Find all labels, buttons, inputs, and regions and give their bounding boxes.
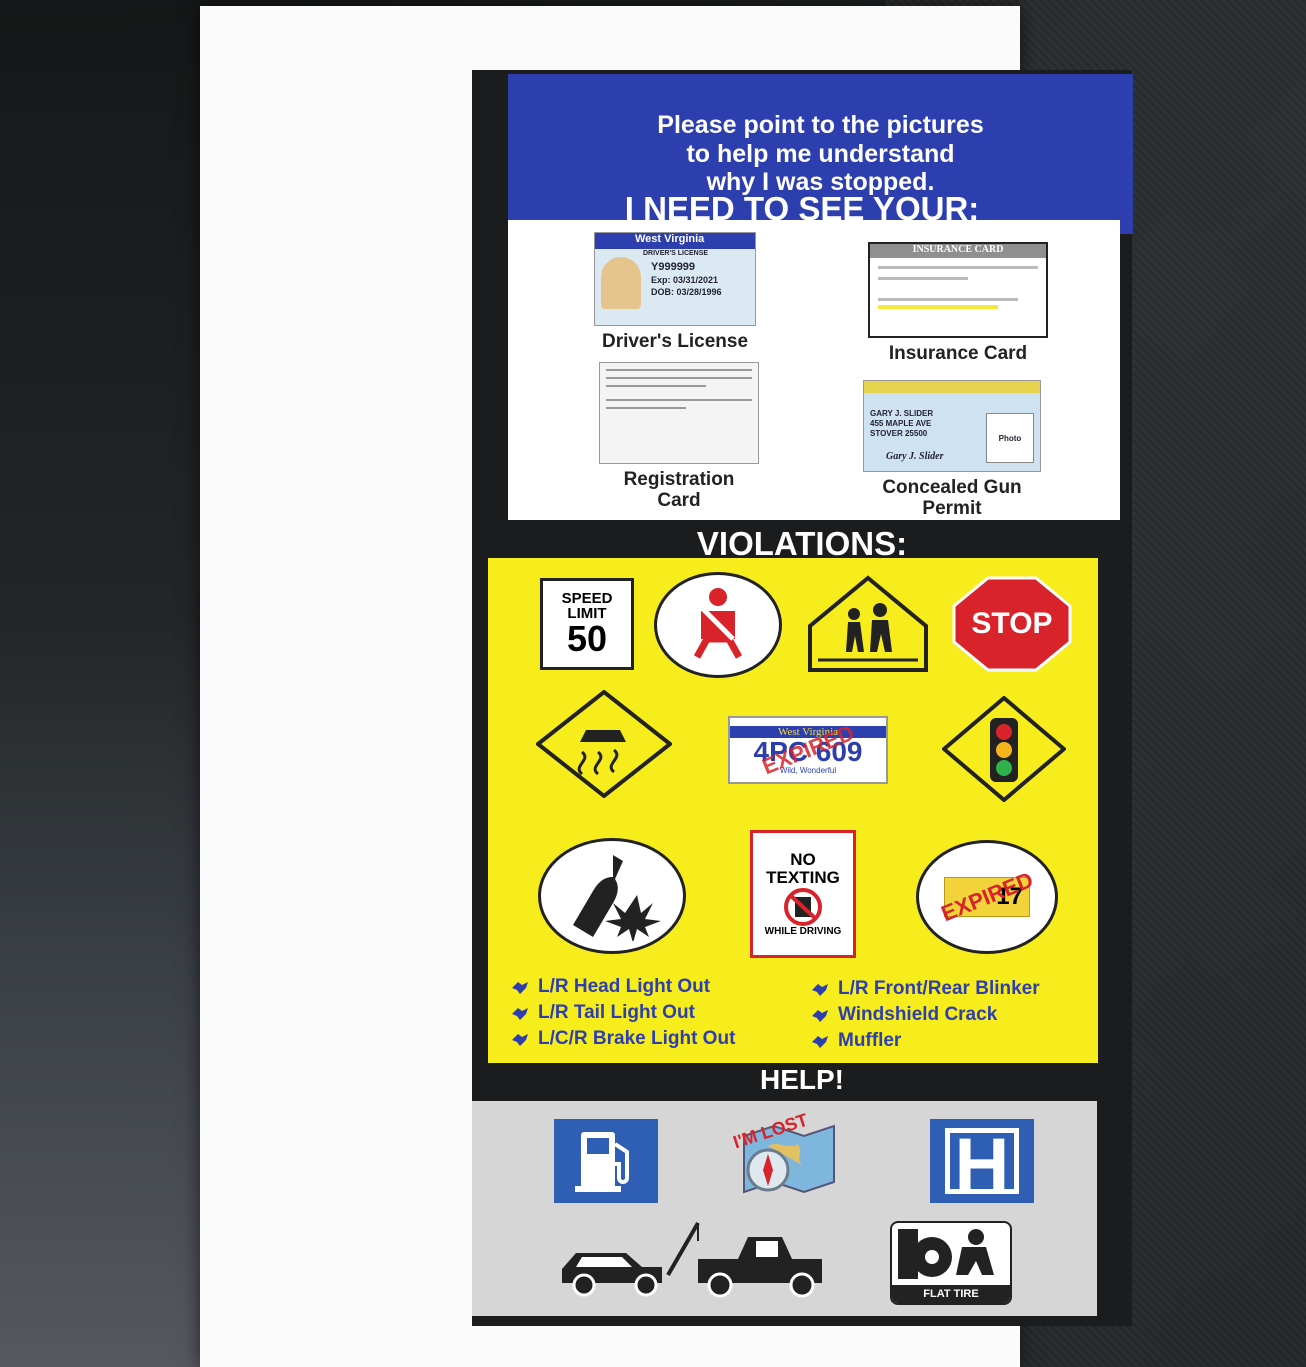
insurance-text-line <box>878 298 1018 301</box>
list-item[interactable]: L/R Tail Light Out <box>510 1000 735 1026</box>
list-item-label: L/R Tail Light Out <box>538 1002 695 1023</box>
violations-panel: SPEED LIMIT 50 STOP West Virginia 4PC 60… <box>488 558 1098 1063</box>
gun-permit-photo-box: Photo <box>986 413 1034 463</box>
gun-permit-signature: Gary J. Slider <box>886 451 944 462</box>
communication-card: Please point to the pictures to help me … <box>472 70 1133 1326</box>
insurance-card-label: Insurance Card <box>888 343 1028 364</box>
towing-car-icon <box>562 1222 822 1298</box>
list-item[interactable]: L/R Front/Rear Blinker <box>810 976 1040 1002</box>
traffic-light-diamond-icon <box>942 696 1066 802</box>
help-title: HELP! <box>760 1064 844 1095</box>
hospital-icon[interactable]: H <box>930 1119 1034 1203</box>
help-panel: I'M LOST H FLAT TIRE <box>472 1101 1097 1316</box>
list-item-label: L/R Front/Rear Blinker <box>838 978 1040 999</box>
west-virginia-icon <box>812 1010 828 1022</box>
registration-text-line <box>606 369 752 371</box>
speed-sign-value: 50 <box>566 618 608 659</box>
school-crossing-pentagon-icon <box>808 575 928 672</box>
documents-panel: West Virginia DRIVER'S LICENSE Y999999 E… <box>508 220 1120 520</box>
gas-station-icon[interactable] <box>554 1119 658 1203</box>
list-item-label: Muffler <box>838 1030 902 1051</box>
banner-line: to help me understand <box>686 139 955 168</box>
west-virginia-icon <box>812 984 828 996</box>
drivers-license-item[interactable]: West Virginia DRIVER'S LICENSE Y999999 E… <box>590 232 760 353</box>
violation-list-left: L/R Head Light Out L/R Tail Light Out L/… <box>510 974 735 1052</box>
gun-permit-thumbnail: GARY J. SLIDER 455 MAPLE AVE STOVER 2550… <box>863 380 1041 472</box>
flat-tire-icon[interactable]: FLAT TIRE <box>890 1221 1012 1305</box>
speed-sign-top: SPEED <box>561 590 613 607</box>
registration-card-label-line2: Card <box>657 489 701 511</box>
west-virginia-icon <box>512 1008 528 1020</box>
seatbelt-icon[interactable] <box>654 572 782 678</box>
expired-sticker-icon[interactable]: 17 EXPIRED <box>916 840 1058 954</box>
registration-text-line <box>606 399 752 401</box>
license-subheader: DRIVER'S LICENSE <box>643 250 709 257</box>
violation-list-right: L/R Front/Rear Blinker Windshield Crack … <box>810 976 1040 1054</box>
flat-tire-label: FLAT TIRE <box>892 1285 1010 1303</box>
bottle-leaf-icon <box>573 855 661 941</box>
insurance-highlight <box>878 305 998 309</box>
no-texting-line3: WHILE DRIVING <box>764 925 842 937</box>
stop-sign-text: STOP <box>971 607 1053 640</box>
registration-text-line <box>606 377 752 379</box>
gun-permit-label-line2: Permit <box>922 497 982 519</box>
insurance-card-item[interactable]: INSURANCE CARD Insurance Card <box>868 242 1048 365</box>
school-crossing-sign-icon[interactable] <box>806 574 930 674</box>
registration-text-line <box>606 385 706 387</box>
traffic-light-sign-icon[interactable] <box>942 696 1066 802</box>
list-item[interactable]: L/C/R Brake Light Out <box>510 1026 735 1052</box>
gun-permit-address: 455 MAPLE AVE <box>870 419 932 428</box>
seatbelt-figure-icon <box>693 588 743 659</box>
drivers-license-label: Driver's License <box>601 331 749 352</box>
license-exp: Exp: 03/31/2021 <box>651 275 719 285</box>
list-item-label: L/R Head Light Out <box>538 976 711 997</box>
registration-text-line <box>606 407 686 409</box>
speed-limit-sign-icon[interactable]: SPEED LIMIT 50 <box>540 578 634 670</box>
registration-card-label-line1: Registration <box>623 469 735 490</box>
license-dob: DOB: 03/28/1996 <box>651 287 722 297</box>
insurance-card-thumbnail: INSURANCE CARD <box>868 242 1048 338</box>
list-item-label: Windshield Crack <box>838 1004 998 1025</box>
gun-permit-city: STOVER 25500 <box>870 429 928 438</box>
gun-permit-item[interactable]: GARY J. SLIDER 455 MAPLE AVE STOVER 2550… <box>860 380 1044 520</box>
sticker-expired-stamp: EXPIRED <box>937 866 1037 927</box>
west-virginia-icon <box>512 1034 528 1046</box>
license-state-header: West Virginia <box>595 233 755 249</box>
license-photo <box>601 257 641 309</box>
registration-card-thumbnail <box>599 362 759 464</box>
no-texting-line1: NO <box>790 849 816 869</box>
lost-map-icon[interactable]: I'M LOST <box>718 1110 858 1205</box>
insurance-text-line <box>878 277 968 280</box>
list-item[interactable]: Windshield Crack <box>810 1002 1040 1028</box>
list-item[interactable]: L/R Head Light Out <box>510 974 735 1000</box>
fuel-pump-icon <box>575 1132 629 1192</box>
hospital-letter: H <box>945 1128 1019 1194</box>
banner-line: Please point to the pictures <box>657 110 984 139</box>
no-texting-sign-icon[interactable]: NO TEXTING WHILE DRIVING <box>750 830 856 958</box>
list-item-label: L/C/R Brake Light Out <box>538 1028 736 1049</box>
west-virginia-icon <box>512 982 528 994</box>
slippery-road-sign-icon[interactable] <box>536 690 672 798</box>
registration-card-item[interactable]: Registration Card <box>594 362 764 512</box>
gun-permit-name: GARY J. SLIDER <box>870 409 934 418</box>
tow-truck-icon[interactable] <box>558 1219 838 1305</box>
alcohol-drugs-icon[interactable] <box>538 838 686 954</box>
no-texting-line2: TEXTING <box>766 867 840 887</box>
insurance-header: INSURANCE CARD <box>870 244 1046 258</box>
slippery-diamond-icon <box>536 690 672 798</box>
stop-sign-icon[interactable]: STOP <box>952 576 1072 672</box>
list-item[interactable]: Muffler <box>810 1028 1040 1054</box>
west-virginia-icon <box>812 1036 828 1048</box>
paper-sheet: Please point to the pictures to help me … <box>200 6 1133 1367</box>
gun-permit-label-line1: Concealed Gun <box>882 477 1022 498</box>
tire-change-icon <box>898 1229 994 1279</box>
expired-plate-icon[interactable]: West Virginia 4PC 609 Wild, Wonderful EX… <box>728 716 888 784</box>
insurance-text-line <box>878 266 1038 269</box>
gun-permit-header <box>864 381 1040 393</box>
no-phone-icon <box>784 887 822 926</box>
license-id: Y999999 <box>651 261 696 273</box>
drivers-license-thumbnail: West Virginia DRIVER'S LICENSE Y999999 E… <box>594 232 756 326</box>
